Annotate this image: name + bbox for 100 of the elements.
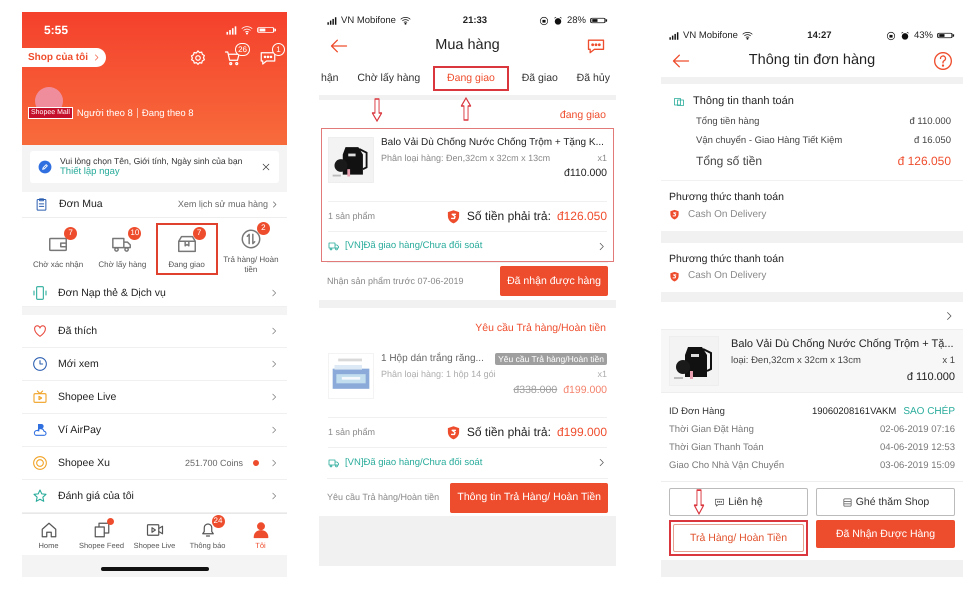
order-tab[interactable]: Đã hủy bbox=[570, 68, 616, 89]
payment-label: Vận chuyển - Giao Hàng Tiết Kiệm bbox=[696, 134, 842, 146]
detail-label: Giao Cho Nhà Vận Chuyển bbox=[669, 460, 786, 472]
shop-link[interactable]: Shop của tôi bbox=[22, 48, 106, 67]
total-label: Số tiền phải trả: bbox=[466, 208, 551, 224]
payment-method: Cash On Delivery bbox=[688, 208, 766, 221]
total-amount: đ199.000 bbox=[556, 425, 607, 440]
product-quantity: x1 bbox=[597, 152, 607, 164]
detail-label: ID Đơn Hàng bbox=[669, 406, 726, 418]
section-title: Phương thức thanh toán bbox=[669, 252, 785, 266]
arrow-icon bbox=[370, 98, 384, 122]
product-price: đ199.000 bbox=[563, 384, 607, 396]
order-action-button[interactable]: Đã nhận được hàng bbox=[500, 266, 608, 296]
product-name: Balo Vải Dù Chống Nước Chống Trộm + Tặ... bbox=[731, 338, 955, 352]
order-status: đang giao bbox=[560, 109, 606, 121]
follower-count: Người theo 8 bbox=[76, 108, 133, 119]
chat-icon bbox=[714, 496, 726, 508]
action-button[interactable]: Ghé thăm Shop bbox=[816, 488, 955, 516]
detail-value: 02-06-2019 07:16 bbox=[880, 424, 955, 436]
pages-icon bbox=[92, 521, 110, 539]
count-badge: 2 bbox=[256, 222, 270, 236]
order-tab[interactable]: Chờ lấy hàng bbox=[351, 68, 426, 89]
product-price: đ110.000 bbox=[564, 167, 607, 180]
close-icon[interactable] bbox=[261, 162, 271, 172]
battery-level: 28% bbox=[566, 15, 586, 27]
star-icon bbox=[32, 488, 48, 504]
menu-label[interactable]: Đánh giá của tôi bbox=[58, 490, 259, 502]
action-button[interactable]: Đã Nhận Được Hàng bbox=[816, 520, 955, 548]
alarm-icon bbox=[900, 30, 910, 41]
order-status-button[interactable]: 7 Đang giao bbox=[156, 222, 218, 276]
product-price: đ 110.000 bbox=[906, 370, 955, 383]
menu-label[interactable]: Shopee Live bbox=[58, 390, 259, 404]
wifi-icon bbox=[241, 24, 253, 36]
order-tab[interactable]: Đang giao bbox=[435, 68, 507, 89]
count-badge: 1 bbox=[272, 42, 285, 56]
menu-label[interactable]: Ví AirPay bbox=[58, 424, 259, 436]
signal-icon bbox=[226, 24, 237, 36]
screen-title: Mua hàng bbox=[435, 37, 500, 55]
status-time: 14:27 bbox=[807, 30, 832, 42]
pencil-icon bbox=[38, 160, 52, 174]
menu-label[interactable]: Shopee Xu bbox=[58, 456, 175, 470]
shop-icon bbox=[842, 496, 853, 508]
original-price: đ338.000 bbox=[513, 384, 558, 396]
signal-icon bbox=[669, 30, 679, 41]
order-status-button[interactable]: 2 Trả hàng/ Hoàn tiền bbox=[220, 220, 282, 278]
count-badge: 24 bbox=[212, 515, 224, 528]
cloud-icon bbox=[32, 422, 48, 438]
section-title: Phương thức thanh toán bbox=[669, 191, 785, 204]
person-icon bbox=[252, 521, 270, 539]
action-button[interactable]: Liên hệ bbox=[669, 488, 808, 516]
carrier-name: VN Mobifone bbox=[341, 15, 396, 27]
chevron-icon bbox=[270, 200, 279, 209]
rotation-lock-icon bbox=[886, 30, 896, 41]
detail-value: 03-06-2019 15:09 bbox=[880, 460, 955, 472]
detail-value: 04-06-2019 12:53 bbox=[880, 442, 955, 454]
payment-amount: đ 126.050 bbox=[898, 154, 951, 168]
coins-value: 251.700 Coins bbox=[184, 458, 243, 468]
product-variant: Phân loại hàng: Đen,32cm x 32cm x 13cm bbox=[381, 152, 550, 164]
order-status-button[interactable]: 10 Chờ lấy hàng bbox=[91, 224, 154, 274]
status-time: 5:55 bbox=[44, 22, 68, 38]
alarm-icon bbox=[552, 16, 563, 26]
order-status-button[interactable]: 7 Chờ xác nhận bbox=[27, 224, 90, 274]
order-action-button[interactable]: Thông tin Trả Hàng/ Hoàn Tiền bbox=[450, 482, 608, 513]
phone-icon bbox=[32, 285, 48, 301]
shield-icon bbox=[446, 425, 461, 440]
product-variant: Phân loại hàng: 1 hộp 14 gói bbox=[381, 369, 496, 380]
home-icon bbox=[40, 521, 58, 539]
following-count: Đang theo 8 bbox=[142, 108, 194, 119]
order-tab[interactable]: Đã giao bbox=[516, 68, 564, 89]
coin-icon bbox=[32, 455, 48, 471]
menu-label[interactable]: Đã thích bbox=[58, 324, 259, 338]
action-button[interactable]: Trả Hàng/ Hoàn Tiền bbox=[673, 524, 804, 552]
payment-label: Tổng tiền hàng bbox=[696, 116, 760, 128]
shield-icon bbox=[669, 270, 680, 282]
product-variant: loại: Đen,32cm x 32cm x 13cm bbox=[731, 355, 861, 367]
clipboard-icon bbox=[34, 197, 49, 212]
notice-text: Vui lòng chọn Tên, Giới tính, Ngày sinh của bạn bbox=[60, 156, 244, 166]
arrow-icon bbox=[692, 489, 706, 515]
detail-value: 19060208161VAKM bbox=[812, 406, 896, 418]
payment-method: Cash On Delivery bbox=[688, 270, 766, 282]
return-icon bbox=[240, 228, 262, 250]
item-count: 1 sản phẩm bbox=[328, 210, 376, 222]
receipt-icon bbox=[673, 96, 685, 108]
order-tab[interactable]: hận bbox=[319, 68, 345, 89]
video-icon bbox=[146, 521, 164, 539]
order-status: Yêu cầu Trả hàng/Hoàn tiền bbox=[475, 322, 606, 334]
settings-icon[interactable] bbox=[189, 48, 207, 66]
history-link[interactable]: Xem lịch sử mua hàng bbox=[178, 199, 279, 210]
help-icon[interactable] bbox=[932, 51, 953, 71]
menu-label[interactable]: Mới xem bbox=[58, 358, 259, 370]
payment-amount: đ 110.000 bbox=[909, 116, 951, 128]
product-name: 1 Hộp dán trắng răng... bbox=[381, 353, 484, 366]
tv-icon bbox=[32, 389, 48, 405]
signal-icon bbox=[327, 16, 337, 26]
detail-label: Thời Gian Đặt Hàng bbox=[669, 424, 755, 436]
section-title: Đơn Mua bbox=[59, 198, 103, 211]
chevron-icon bbox=[92, 53, 101, 62]
heart-icon bbox=[32, 323, 48, 339]
wifi-icon bbox=[742, 30, 753, 42]
product-name: Balo Vải Dù Chống Nước Chống Trộm + Tặng K... bbox=[381, 136, 604, 149]
